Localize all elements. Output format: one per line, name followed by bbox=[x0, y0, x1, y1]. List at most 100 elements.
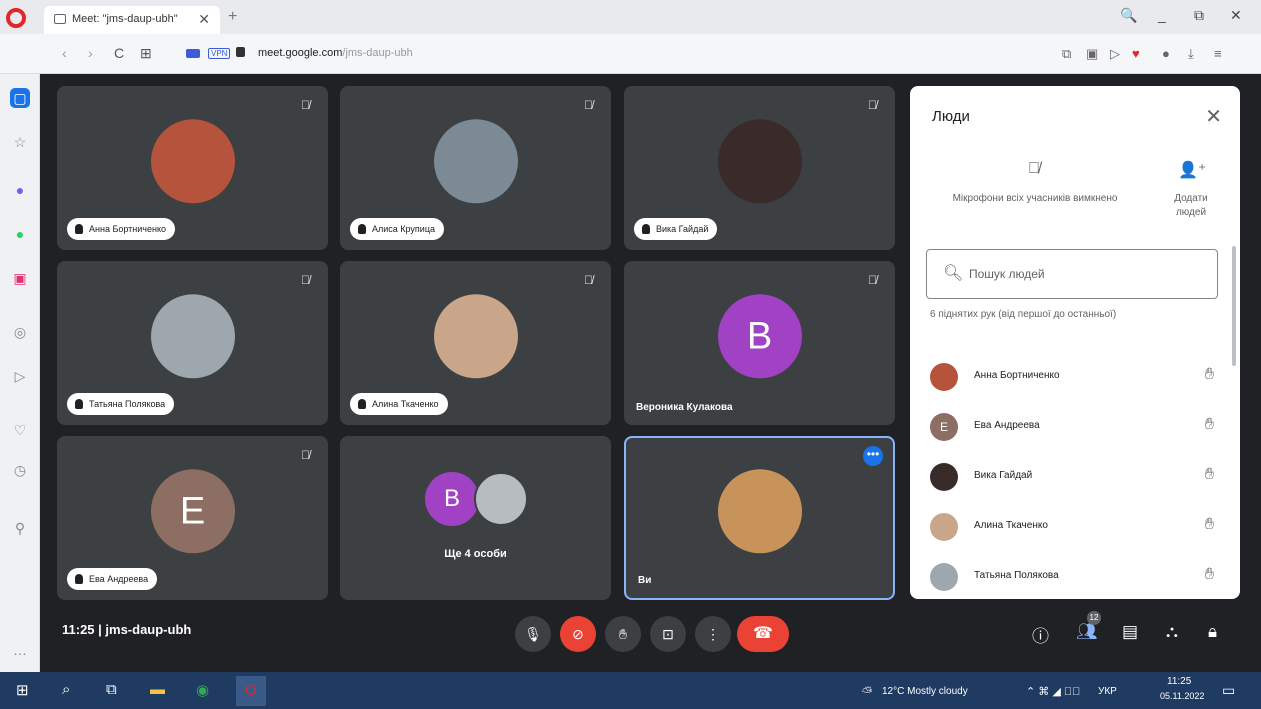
search-input[interactable] bbox=[969, 264, 1199, 284]
address-bar: ‹ › C ⊞ VPN meet.google.com/jms-daup-ubh… bbox=[0, 34, 1261, 74]
person-name: Анна Бортниченко bbox=[974, 370, 1060, 381]
avatar bbox=[930, 463, 958, 491]
vpn-badge[interactable]: VPN bbox=[208, 48, 231, 59]
raised-hand-icon[interactable]: ✋︎ bbox=[1205, 516, 1214, 534]
maximize-button[interactable]: ⧉ bbox=[1194, 7, 1204, 24]
windows-start-icon[interactable]: ⊞ bbox=[16, 681, 29, 699]
avatar bbox=[474, 472, 528, 526]
weather-icon[interactable]: ⛅︎ bbox=[862, 684, 872, 700]
new-tab-button[interactable]: + bbox=[228, 8, 237, 26]
participant-tile[interactable]: 🎙̸ Вика Гайдай bbox=[624, 86, 895, 250]
meet-area: 🎙̸ Анна Бортниченко 🎙̸ Алиса Крупица 🎙̸ … bbox=[40, 74, 1261, 672]
camera-indicator-icon[interactable] bbox=[186, 49, 200, 58]
participant-tile[interactable]: 🎙̸ Анна Бортниченко bbox=[57, 86, 328, 250]
participant-tile[interactable]: 🎙̸ Алиса Крупица bbox=[340, 86, 611, 250]
forward-icon[interactable]: › bbox=[88, 45, 93, 61]
participant-tile[interactable]: 🎙̸ E Ева Андреева bbox=[57, 436, 328, 600]
scrollbar[interactable] bbox=[1232, 246, 1236, 366]
list-item[interactable]: E Ева Андреева ✋︎ bbox=[910, 402, 1240, 452]
raised-hand-icon[interactable]: ✋︎ bbox=[1205, 466, 1214, 484]
menu-icon[interactable]: ≡ bbox=[1214, 46, 1222, 61]
notifications-icon[interactable]: ▭ bbox=[1222, 682, 1235, 699]
bookmarks-icon[interactable]: ♡ bbox=[10, 420, 30, 440]
search-icon[interactable]: ⌕ bbox=[62, 681, 70, 698]
mic-off-icon: 🎙̸ bbox=[868, 98, 877, 112]
close-panel-icon[interactable]: ✕ bbox=[1205, 104, 1222, 129]
clock-time[interactable]: 11:25 bbox=[1167, 676, 1191, 687]
list-item[interactable]: Вика Гайдай ✋︎ bbox=[910, 452, 1240, 502]
chat-icon[interactable]: ▤ bbox=[1122, 622, 1138, 642]
language-indicator[interactable]: УКР bbox=[1098, 686, 1117, 697]
raised-hands-label: 6 піднятих рук (від першої до останньої) bbox=[930, 309, 1117, 320]
participant-tile[interactable]: 🎙̸ Алина Ткаченко bbox=[340, 261, 611, 425]
mic-off-icon[interactable]: 🎙̸ bbox=[1028, 160, 1040, 178]
chrome-icon[interactable]: ◉ bbox=[196, 681, 209, 699]
minimize-button[interactable]: _ bbox=[1158, 7, 1166, 23]
file-explorer-icon[interactable]: ▬ bbox=[150, 681, 165, 698]
raised-hand-icon[interactable]: ✋︎ bbox=[1205, 366, 1214, 384]
avatar: B bbox=[425, 472, 479, 526]
participant-tile[interactable]: 🎙̸ B Вероника Кулакова bbox=[624, 261, 895, 425]
person-name: Ева Андреева bbox=[974, 420, 1040, 431]
browser-tab[interactable]: Meet: "jms-daup-ubh" ✕ bbox=[44, 6, 220, 34]
raised-hand-icon[interactable]: ✋︎ bbox=[1205, 566, 1214, 584]
host-controls-icon[interactable]: 🔒︎ bbox=[1208, 622, 1217, 642]
people-count-badge: 12 bbox=[1087, 611, 1101, 625]
more-participants-tile[interactable]: B Ще 4 особи bbox=[340, 436, 611, 600]
list-item[interactable]: Татьяна Полякова ✋︎ bbox=[910, 552, 1240, 599]
player-icon[interactable]: ◎ bbox=[10, 322, 30, 342]
flow-icon[interactable]: ▷ bbox=[1110, 46, 1120, 62]
lock-icon[interactable] bbox=[236, 47, 245, 57]
tabs-grid-icon[interactable]: ⊞ bbox=[140, 45, 152, 62]
more-participants-label: Ще 4 особи bbox=[444, 548, 507, 560]
add-person-icon[interactable]: 👤⁺ bbox=[1178, 160, 1206, 180]
snapshot-icon[interactable]: ⧉ bbox=[1062, 46, 1071, 62]
speed-dial-icon[interactable]: ☆ bbox=[10, 132, 30, 152]
back-icon[interactable]: ‹ bbox=[62, 45, 67, 61]
url-field[interactable]: meet.google.com/jms-daup-ubh bbox=[258, 47, 413, 59]
end-call-button[interactable]: ☎︎ bbox=[737, 616, 789, 652]
camera-icon[interactable]: ▣ bbox=[1086, 46, 1098, 62]
more-options-icon[interactable]: ••• bbox=[863, 446, 883, 466]
history-icon[interactable]: ◷ bbox=[10, 460, 30, 480]
messenger-icon[interactable]: ● bbox=[10, 180, 30, 200]
instagram-icon[interactable]: ▣ bbox=[10, 268, 30, 288]
add-people-text[interactable]: Додати людей bbox=[1158, 192, 1224, 220]
home-icon[interactable]: ▢ bbox=[10, 88, 30, 108]
clock-date[interactable]: 05.11.2022 bbox=[1160, 691, 1204, 701]
more-options-button[interactable]: ⋮ bbox=[695, 616, 731, 652]
task-view-icon[interactable]: ⧉ bbox=[106, 681, 117, 698]
heart-icon[interactable]: ♥ bbox=[1132, 46, 1140, 61]
reload-icon[interactable]: C bbox=[114, 45, 124, 61]
mic-off-icon: 🎙̸ bbox=[301, 273, 310, 287]
self-tile[interactable]: ••• Ви bbox=[624, 436, 895, 600]
raised-hand-icon[interactable]: ✋︎ bbox=[1205, 416, 1214, 434]
search-tabs-icon[interactable]: 🔍 bbox=[1120, 7, 1137, 24]
avatar bbox=[930, 563, 958, 591]
raise-hand-button[interactable]: ✋︎ bbox=[605, 616, 641, 652]
tab-close-icon[interactable]: ✕ bbox=[198, 11, 210, 28]
system-tray-icons[interactable]: ⌃ ⌘ ◢ ◁ﾞ bbox=[1026, 685, 1080, 698]
meeting-details-icon[interactable]: ⓘ bbox=[1032, 622, 1049, 647]
people-icon[interactable]: 👥︎ bbox=[1076, 622, 1098, 642]
camera-off-button[interactable]: ⊘ bbox=[560, 616, 596, 652]
participant-tile[interactable]: 🎙̸ Татьяна Полякова bbox=[57, 261, 328, 425]
opera-sidebar: ▢ ☆ ● ● ▣ ◎ ▷ ♡ ◷ ⚲ … bbox=[0, 74, 40, 672]
flow-sidebar-icon[interactable]: ▷ bbox=[10, 366, 30, 386]
opera-logo-icon[interactable] bbox=[6, 8, 26, 28]
microphone-button[interactable]: 🎙︎ bbox=[515, 616, 551, 652]
list-item[interactable]: Анна Бортниченко ✋︎ bbox=[910, 352, 1240, 402]
more-sidebar-icon[interactable]: … bbox=[10, 640, 30, 660]
pinboard-icon[interactable]: ⚲ bbox=[10, 518, 30, 538]
profile-icon[interactable]: ● bbox=[1162, 46, 1170, 61]
opera-taskbar-icon[interactable]: O bbox=[236, 676, 266, 706]
mic-off-icon: 🎙̸ bbox=[301, 98, 310, 112]
search-box[interactable]: 🔍︎ bbox=[926, 249, 1218, 299]
whatsapp-icon[interactable]: ● bbox=[10, 224, 30, 244]
download-icon[interactable]: ⤓ bbox=[1188, 46, 1194, 62]
list-item[interactable]: Алина Ткаченко ✋︎ bbox=[910, 502, 1240, 552]
weather-text[interactable]: 12°C Mostly cloudy bbox=[882, 686, 968, 697]
close-window-button[interactable]: ✕ bbox=[1230, 7, 1242, 24]
activities-icon[interactable]: ⛬ bbox=[1166, 622, 1178, 642]
present-screen-button[interactable]: ⊡ bbox=[650, 616, 686, 652]
